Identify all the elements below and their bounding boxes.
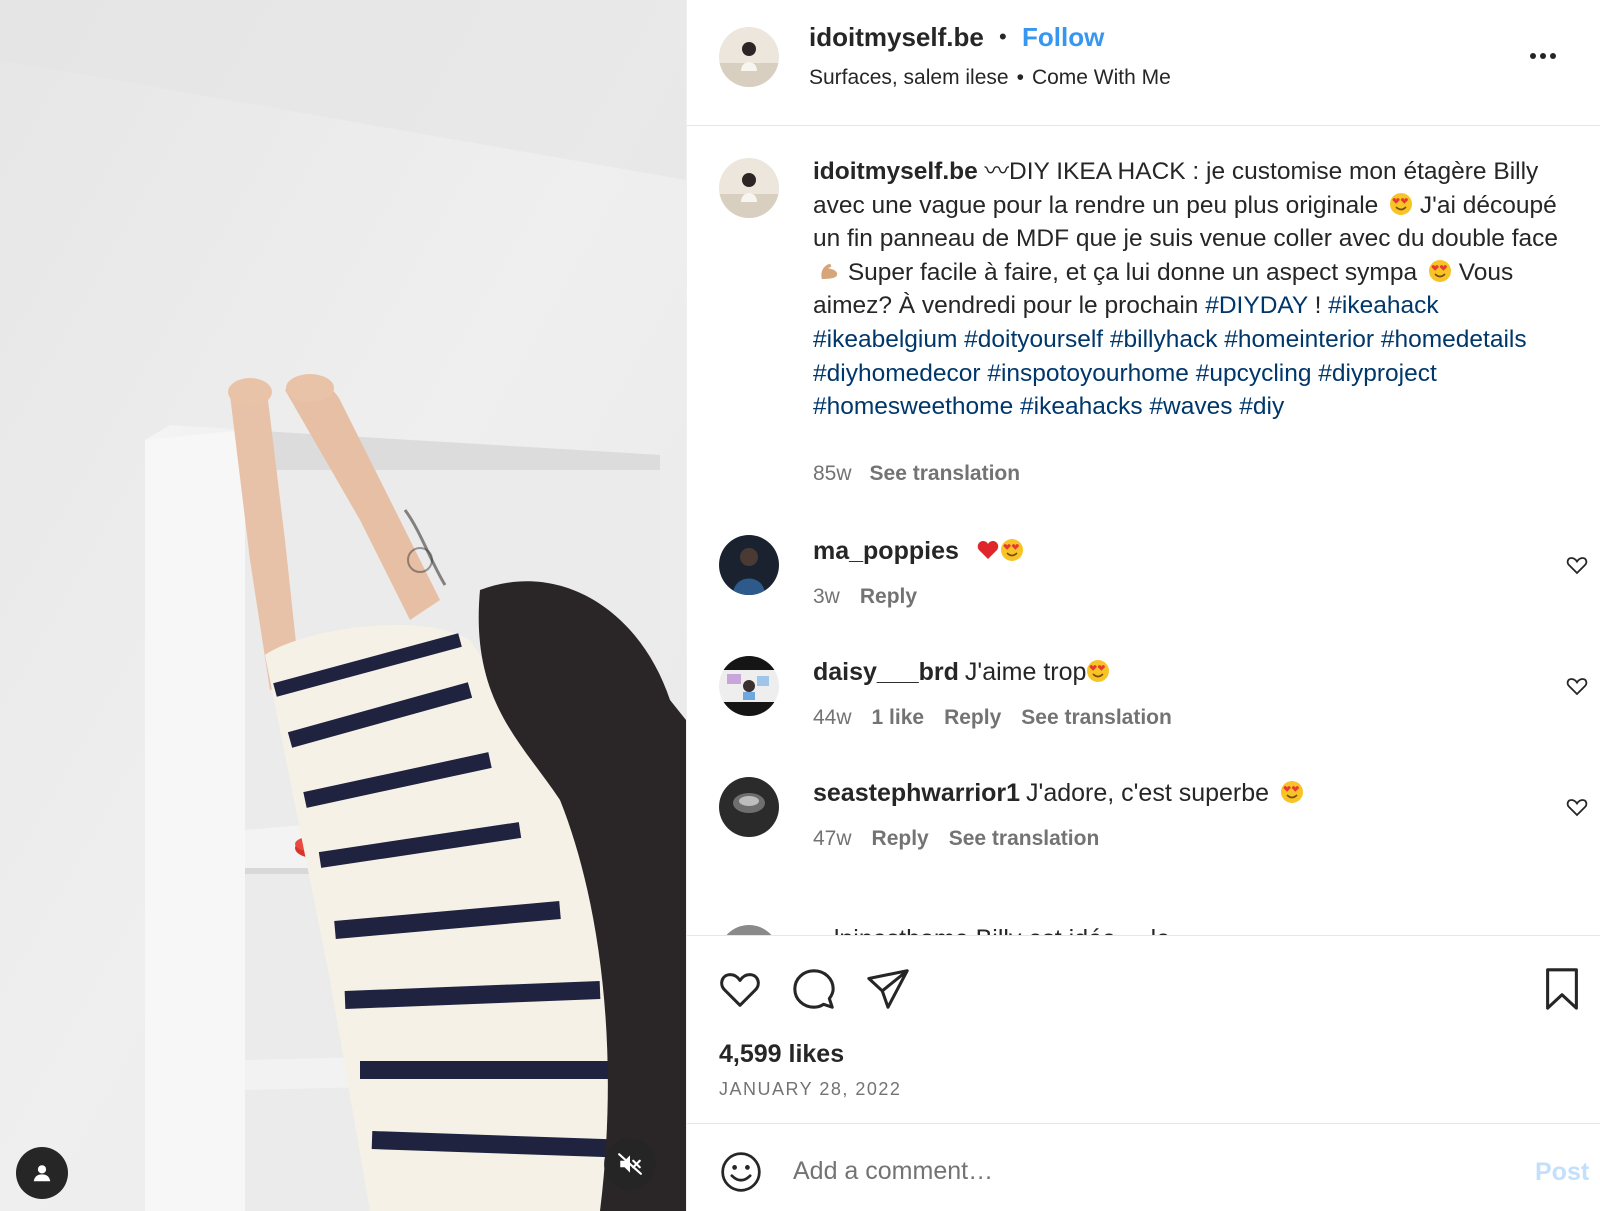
commenter-avatar[interactable] [719,925,779,935]
comment-text: seastephwarrior1 J'adore, c'est superbe [813,779,1304,808]
comment-item: daisy___brd J'aime trop 44w 1 like Reply See… [687,656,1600,776]
comments-section[interactable]: idoitmyself.be 〰DIY IKEA HACK : je custo… [687,127,1600,935]
post-comment-button[interactable]: Post [1535,1158,1589,1187]
comment-item: ma_poppies 3w Reply [687,535,1600,655]
comment-input[interactable] [793,1146,1493,1196]
comment-text: daisy___brd J'aime trop [813,658,1110,687]
header-separator: • [999,24,1007,49]
caption-username[interactable]: idoitmyself.be [813,158,978,185]
heart-eyes-emoji-icon [1000,539,1023,561]
comment-item: seastephwarrior1 J'adore, c'est superbe 4… [687,777,1600,897]
comment-text: ...lpinesthome Billy est idée ... le ... [813,925,1198,935]
comment-username[interactable]: ma_poppies [813,537,959,565]
post-media[interactable] [0,0,686,1211]
comment-time[interactable]: 44w [813,706,852,729]
audio-track[interactable]: Come With Me [1032,66,1171,89]
heart-eyes-emoji-icon [1281,781,1304,803]
caption-meta: 85w See translation [813,462,1020,486]
audio-separator: • [1016,66,1024,89]
commenter-avatar[interactable] [719,777,779,837]
heart-eyes-emoji-icon [1390,192,1413,215]
reply-button[interactable]: Reply [860,585,917,608]
caption-time[interactable]: 85w [813,462,852,485]
heart-eyes-emoji-icon [1087,660,1110,682]
caption-exclaim: ! [1307,292,1329,320]
paper-plane-icon[interactable] [865,966,911,1012]
caption-line-3: Super facile à faire, et ça lui donne un… [847,258,1418,286]
audio-artist[interactable]: Surfaces, salem ilese [809,66,1009,89]
follow-button[interactable]: Follow [1022,22,1104,53]
post-actions: 4,599 likes JANUARY 28, 2022 [687,935,1600,1125]
comment-like-icon[interactable] [1565,674,1589,698]
author-username[interactable]: idoitmyself.be [809,22,984,53]
more-options-button[interactable] [1525,38,1561,74]
author-avatar[interactable] [719,27,779,87]
caption-avatar[interactable] [719,158,779,218]
audio-info: Surfaces, salem ilese • Come With Me [809,66,1171,90]
comment-meta: 47w Reply See translation [813,827,1119,851]
commenter-avatar[interactable] [719,535,779,595]
see-translation-button[interactable]: See translation [1021,706,1172,729]
comment-time[interactable]: 47w [813,827,852,850]
user-tag-icon [33,1165,51,1182]
mute-button[interactable] [604,1138,656,1190]
comment-meta: 44w 1 like Reply See translation [813,706,1192,730]
comment-username[interactable]: daisy___brd [813,658,959,686]
flexed-biceps-emoji-icon [821,263,838,279]
comment-time[interactable]: 3w [813,585,840,608]
see-translation-button[interactable]: See translation [870,462,1021,485]
smiley-icon[interactable] [719,1150,763,1194]
comment-like-icon[interactable] [1565,553,1589,577]
comment-text: ma_poppies [813,537,1024,566]
video-frame [0,0,686,1211]
tag-button[interactable] [16,1147,68,1199]
comment-meta: 3w Reply [813,585,937,609]
add-comment-bar: Post [687,1123,1600,1211]
comment-username[interactable]: seastephwarrior1 [813,779,1020,807]
comment-bubble-icon[interactable] [791,966,837,1012]
bookmark-icon[interactable] [1539,966,1585,1012]
caption-text: idoitmyself.be 〰DIY IKEA HACK : je custo… [813,155,1563,424]
comment-like-icon[interactable] [1565,795,1589,819]
red-heart-emoji-icon [977,541,999,559]
comment-likes[interactable]: 1 like [872,706,925,729]
post-header: idoitmyself.be • Follow Surfaces, salem … [687,0,1600,126]
hashtag-diyday[interactable]: #DIYDAY [1205,292,1308,319]
more-options-icon [1530,53,1536,59]
reply-button[interactable]: Reply [944,706,1001,729]
commenter-avatar[interactable] [719,656,779,716]
like-count[interactable]: 4,599 likes [719,1040,844,1069]
post-panel: idoitmyself.be • Follow Surfaces, salem … [686,0,1600,1211]
reply-button[interactable]: Reply [872,827,929,850]
comment-item-partial: ...lpinesthome Billy est idée ... le ... [687,887,1600,935]
heart-icon[interactable] [717,966,763,1012]
heart-eyes-emoji-icon [1428,259,1451,282]
muted-speaker-icon [618,1153,642,1175]
see-translation-button[interactable]: See translation [949,827,1100,850]
post-date[interactable]: JANUARY 28, 2022 [719,1079,901,1100]
